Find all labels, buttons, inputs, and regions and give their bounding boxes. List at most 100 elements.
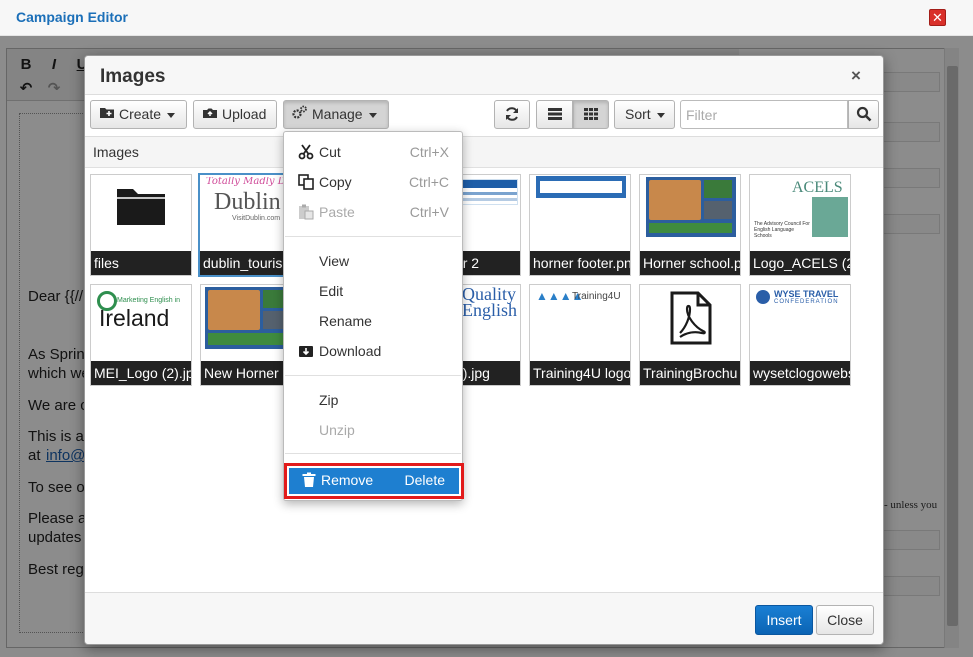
manage-button[interactable]: Manage (283, 100, 389, 129)
menu-label: Download (319, 343, 382, 359)
photo-band (208, 333, 293, 345)
dialog-header: Images × (85, 56, 883, 95)
grid-icon (583, 106, 599, 122)
grid-view-button[interactable] (573, 100, 609, 129)
footer2-thumbnail (536, 176, 626, 198)
thumb-subtitle: Marketing English in (117, 297, 181, 304)
upload-label: Upload (222, 106, 267, 123)
menu-divider (285, 375, 461, 376)
image-tile[interactable]: Marketing English in Ireland MEI_Logo (2… (90, 284, 192, 386)
menu-item-zip[interactable]: Zip (284, 387, 462, 413)
menu-item-paste[interactable]: Paste Ctrl+V (284, 199, 462, 225)
refresh-button[interactable] (494, 100, 530, 129)
menu-shortcut: Delete (404, 472, 445, 488)
tile-caption: MEI_Logo (2).jp (91, 361, 191, 385)
photo-inset (704, 180, 732, 198)
close-button[interactable]: Close (816, 605, 874, 635)
list-icon (547, 106, 563, 122)
thumb-subtitle: English (462, 300, 518, 320)
menu-shortcut: Ctrl+C (408, 174, 449, 190)
menu-item-unzip[interactable]: Unzip (284, 417, 462, 443)
menu-item-download[interactable]: Download (284, 338, 462, 364)
menu-label: View (319, 253, 350, 269)
file-panel: Images files Totally Madly Deeply Dublin… (85, 136, 883, 592)
caret-down-icon (368, 113, 377, 118)
campaign-editor-header: Campaign Editor ✕ (0, 0, 973, 36)
thumb-title: Training4U (572, 291, 621, 302)
dialog-title: Images (100, 66, 166, 87)
menu-item-rename[interactable]: Rename (284, 308, 462, 334)
image-tile[interactable]: horner footer.pn (529, 174, 631, 276)
scissors-icon (298, 144, 315, 160)
menu-item-remove[interactable]: Remove Delete (289, 468, 459, 494)
caret-down-icon (656, 112, 665, 118)
upload-button[interactable]: Upload (193, 100, 277, 129)
menu-item-edit[interactable]: Edit (284, 278, 462, 304)
menu-item-copy[interactable]: Copy Ctrl+C (284, 169, 462, 195)
menu-item-view[interactable]: View (284, 248, 462, 274)
menu-divider (285, 236, 461, 237)
manage-label: Manage (312, 106, 363, 123)
cogs-icon (292, 101, 308, 128)
thumb-title: Ireland (99, 305, 170, 331)
thumb-subtitle: VisitDublin.com (232, 215, 281, 222)
remove-highlight: Remove Delete (284, 463, 464, 499)
menu-label: Unzip (319, 422, 355, 438)
thumb-subtitle: The Advisory Council For English Languag… (754, 221, 810, 239)
photo-portrait (208, 290, 260, 330)
tile-caption: Logo_ACELS (2 (750, 251, 850, 275)
menu-label: Paste (319, 204, 355, 220)
campaign-editor-title: Campaign Editor (16, 9, 129, 25)
manage-menu: Cut Ctrl+X Copy Ctrl+C Paste Ctrl+V View… (283, 131, 464, 501)
tile-caption: TrainingBrochu (640, 361, 740, 385)
tile-caption: files (91, 251, 191, 275)
caret-down-icon (167, 113, 176, 118)
sort-label: Sort (625, 106, 651, 122)
folder-tile[interactable]: files (90, 174, 192, 276)
menu-label: Cut (319, 144, 341, 160)
mei-thumbnail: Marketing English in Ireland (93, 287, 191, 331)
image-tile[interactable]: WYSE TRAVEL CONFEDERATION wysetclogowebs (749, 284, 851, 386)
menu-label: Copy (319, 174, 352, 190)
menu-shortcut: Ctrl+V (409, 204, 449, 220)
sort-button[interactable]: Sort (614, 100, 675, 129)
thumb-title: WYSE TRAVEL (774, 289, 839, 299)
create-label: Create (119, 106, 162, 123)
menu-label: Remove (321, 472, 374, 488)
photo-band (649, 223, 732, 233)
photo-inset (704, 201, 732, 219)
menu-divider (285, 453, 461, 454)
image-tile[interactable]: ▲▲▲▲ Training4U Training4U logo (529, 284, 631, 386)
folder-icon (115, 183, 167, 227)
copy-icon (298, 174, 315, 190)
menu-label: Edit (319, 283, 344, 299)
pdf-tile[interactable]: TrainingBrochu (639, 284, 741, 386)
filter-input[interactable] (680, 100, 848, 129)
dialog-footer: Insert Close (85, 592, 883, 644)
new-folder-icon (99, 101, 115, 128)
upload-icon (202, 101, 218, 128)
image-tile[interactable]: Horner school.p (639, 174, 741, 276)
images-dialog: Images × Create Upload Manage Sort Image… (84, 55, 884, 645)
menu-item-cut[interactable]: Cut Ctrl+X (284, 139, 462, 165)
wyse-thumbnail: WYSE TRAVEL CONFEDERATION (754, 288, 848, 308)
tile-caption: horner footer.pn (530, 251, 630, 275)
image-tile[interactable]: ACELS The Advisory Council For English L… (749, 174, 851, 276)
thumb-title: ACELS (792, 179, 843, 196)
training4u-thumbnail: ▲▲▲▲ Training4U (534, 287, 628, 309)
breadcrumb-images[interactable]: Images (93, 144, 139, 160)
paste-icon (298, 204, 315, 220)
menu-shortcut: Ctrl+X (409, 144, 449, 160)
dialog-close-icon[interactable]: × (851, 66, 861, 86)
footer-logos (540, 181, 622, 193)
search-button[interactable] (848, 100, 879, 129)
thumb-subtitle: CONFEDERATION (774, 299, 839, 305)
list-view-button[interactable] (536, 100, 573, 129)
insert-button[interactable]: Insert (755, 605, 813, 635)
tile-caption: Training4U logo (530, 361, 630, 385)
search-icon (856, 106, 872, 125)
create-button[interactable]: Create (90, 100, 187, 129)
pdf-icon (668, 291, 714, 345)
trash-icon (301, 472, 318, 488)
close-x-icon[interactable]: ✕ (929, 9, 946, 26)
